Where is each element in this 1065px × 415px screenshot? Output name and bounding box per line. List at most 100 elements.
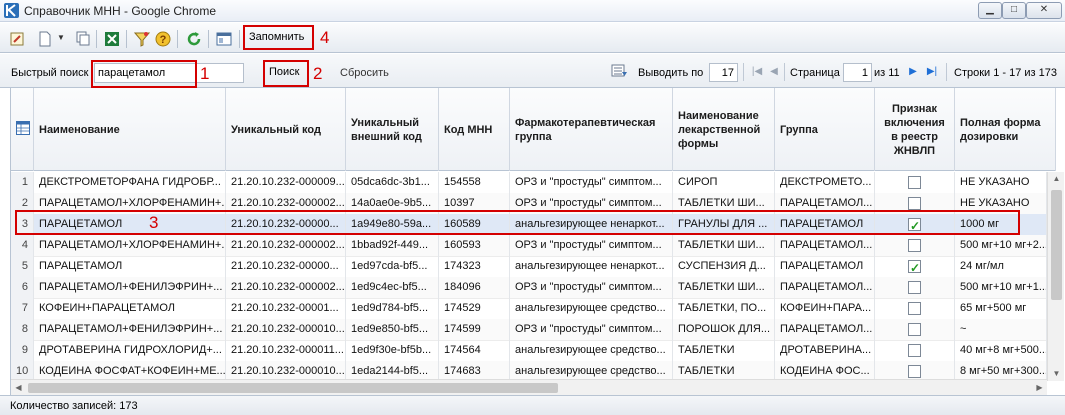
reset-button[interactable]: Сбросить xyxy=(340,67,389,79)
horizontal-scroll-thumb[interactable] xyxy=(28,383,558,393)
annotation-box-remember-button xyxy=(243,25,314,50)
cell-external-code: 1bbad92f-449... xyxy=(346,235,439,257)
scroll-down-icon[interactable]: ▼ xyxy=(1048,367,1065,381)
zhnvlp-checkbox[interactable] xyxy=(908,281,921,294)
cell-unique-code: 21.20.10.232-000009... xyxy=(226,172,346,194)
cell-full-dosage: 40 мг+8 мг+500... xyxy=(955,340,1047,362)
annotation-number: 2 xyxy=(313,64,323,83)
cell-dosage-form: ТАБЛЕТКИ, ПО... xyxy=(673,298,775,320)
minimize-button[interactable]: ▁ xyxy=(978,2,1002,19)
cell-name: ПАРАЦЕТАМОЛ+ФЕНИЛЭФРИН+... xyxy=(34,277,226,299)
zhnvlp-checkbox[interactable] xyxy=(908,365,921,378)
cell-zhnvlp xyxy=(875,298,955,320)
cell-dosage-form: СУСПЕНЗИЯ Д... xyxy=(673,256,775,278)
columns-settings-icon[interactable] xyxy=(611,63,628,79)
last-page-icon[interactable]: ▶| xyxy=(925,65,939,79)
scroll-right-icon[interactable]: ▶ xyxy=(1032,380,1047,396)
cell-mnn-code: 174564 xyxy=(439,340,510,362)
zhnvlp-checkbox[interactable] xyxy=(908,258,921,278)
zhnvlp-checkbox[interactable] xyxy=(908,176,921,189)
column-header-zhnvlp[interactable]: Признак включения в реестр ЖНВЛП xyxy=(875,88,955,171)
table-row[interactable]: 6 ПАРАЦЕТАМОЛ+ФЕНИЛЭФРИН+... 21.20.10.232-… xyxy=(11,277,1047,299)
previous-page-icon[interactable]: ◀ xyxy=(767,65,781,79)
column-header-dosage-form[interactable]: Наименование лекарственной формы xyxy=(673,88,775,171)
cell-zhnvlp xyxy=(875,235,955,257)
edit-icon[interactable] xyxy=(9,31,25,47)
status-bar: Количество записей: 173 xyxy=(0,395,1065,415)
grid-icon[interactable] xyxy=(16,121,30,135)
cell-zhnvlp xyxy=(875,319,955,341)
column-header-pharm-group[interactable]: Фармакотерапевтическая группа xyxy=(510,88,673,171)
cell-pharm-group: анальгезирующее средство... xyxy=(510,298,673,320)
table-row[interactable]: 8 ПАРАЦЕТАМОЛ+ФЕНИЛЭФРИН+... 21.20.10.232-… xyxy=(11,319,1047,341)
filter-icon[interactable] xyxy=(134,31,150,47)
toolbar-divider xyxy=(239,30,240,48)
cell-group: КОФЕИН+ПАРА... xyxy=(775,298,875,320)
cell-pharm-group: ОРЗ и "простуды" симптом... xyxy=(510,277,673,299)
next-page-icon[interactable]: ▶ xyxy=(906,65,920,79)
annotation-number: 4 xyxy=(320,28,330,47)
zhnvlp-checkbox[interactable] xyxy=(908,197,921,210)
cell-dosage-form: ТАБЛЕТКИ ШИ... xyxy=(673,277,775,299)
row-number: 9 xyxy=(11,340,34,362)
toolbar-divider xyxy=(208,30,209,48)
column-header-name[interactable]: Наименование xyxy=(34,88,226,171)
svg-text:?: ? xyxy=(160,34,167,46)
excel-export-icon[interactable] xyxy=(104,31,120,47)
cell-dosage-form: ТАБЛЕТКИ xyxy=(673,340,775,362)
maximize-button[interactable]: □ xyxy=(1002,2,1026,19)
copy-icon[interactable] xyxy=(75,31,91,47)
cell-external-code: 05dca6dc-3b1... xyxy=(346,172,439,194)
page-number-input[interactable] xyxy=(843,63,872,82)
zhnvlp-checkbox[interactable] xyxy=(908,239,921,252)
zhnvlp-checkbox[interactable] xyxy=(908,323,921,336)
zhnvlp-checkbox[interactable] xyxy=(908,302,921,315)
window-icon[interactable] xyxy=(216,31,232,47)
table-row[interactable]: 7 КОФЕИН+ПАРАЦЕТАМОЛ 21.20.10.232-00001...… xyxy=(11,298,1047,320)
table-row[interactable]: 1 ДЕКСТРОМЕТОРФАНА ГИДРОБР... 21.20.10.232… xyxy=(11,172,1047,194)
scroll-up-icon[interactable]: ▲ xyxy=(1048,172,1065,186)
row-number: 8 xyxy=(11,319,34,341)
chevron-down-icon[interactable]: ▼ xyxy=(57,33,65,42)
scroll-left-icon[interactable]: ◀ xyxy=(11,380,26,396)
column-header-mnn-code[interactable]: Код МНН xyxy=(439,88,510,171)
cell-mnn-code: 174529 xyxy=(439,298,510,320)
annotation-box-selected-row xyxy=(15,210,1020,235)
column-header-full-dosage[interactable]: Полная форма дозировки xyxy=(955,88,1056,171)
cell-dosage-form: ПОРОШОК ДЛЯ... xyxy=(673,319,775,341)
horizontal-scrollbar[interactable]: ◀ ▶ xyxy=(11,379,1047,395)
cell-dosage-form: СИРОП xyxy=(673,172,775,194)
first-page-icon[interactable]: |◀ xyxy=(750,65,764,79)
annotation-box-search-input xyxy=(91,60,197,88)
new-document-icon[interactable] xyxy=(37,31,53,47)
table-row[interactable]: 5 ПАРАЦЕТАМОЛ 21.20.10.232-00000... 1ed97cd… xyxy=(11,256,1047,278)
vertical-scrollbar[interactable]: ▲ ▼ xyxy=(1047,172,1064,381)
cell-mnn-code: 184096 xyxy=(439,277,510,299)
refresh-icon[interactable] xyxy=(186,31,202,47)
cell-group: ПАРАЦЕТАМОЛ xyxy=(775,256,875,278)
vertical-scroll-thumb[interactable] xyxy=(1051,190,1062,300)
per-page-input[interactable] xyxy=(709,63,738,82)
table-row[interactable]: 4 ПАРАЦЕТАМОЛ+ХЛОРФЕНАМИН+... 21.20.10.232… xyxy=(11,235,1047,257)
mnn-grid: Наименование Уникальный код Уникальный в… xyxy=(10,88,1065,395)
cell-unique-code: 21.20.10.232-00001... xyxy=(226,298,346,320)
toolbar-divider xyxy=(177,30,178,48)
cell-pharm-group: ОРЗ и "простуды" симптом... xyxy=(510,319,673,341)
close-window-button[interactable]: ✕ xyxy=(1026,2,1062,19)
cell-group: ДРОТАВЕРИНА... xyxy=(775,340,875,362)
cell-external-code: 1ed9e850-bf5... xyxy=(346,319,439,341)
zhnvlp-checkbox[interactable] xyxy=(908,344,921,357)
table-row[interactable]: 9 ДРОТАВЕРИНА ГИДРОХЛОРИД+... 21.20.10.232… xyxy=(11,340,1047,362)
cell-mnn-code: 174599 xyxy=(439,319,510,341)
row-number-header xyxy=(11,88,34,171)
cell-unique-code: 21.20.10.232-000002... xyxy=(226,277,346,299)
column-header-unique-code[interactable]: Уникальный код xyxy=(226,88,346,171)
cell-full-dosage: ~ xyxy=(955,319,1047,341)
column-header-external-code[interactable]: Уникальный внешний код xyxy=(346,88,439,171)
quick-search-label: Быстрый поиск xyxy=(11,67,89,79)
cell-name: ПАРАЦЕТАМОЛ+ФЕНИЛЭФРИН+... xyxy=(34,319,226,341)
help-icon[interactable]: ? xyxy=(155,31,171,47)
page-label: Страница xyxy=(790,67,840,79)
column-header-group[interactable]: Группа xyxy=(775,88,875,171)
row-number: 4 xyxy=(11,235,34,257)
